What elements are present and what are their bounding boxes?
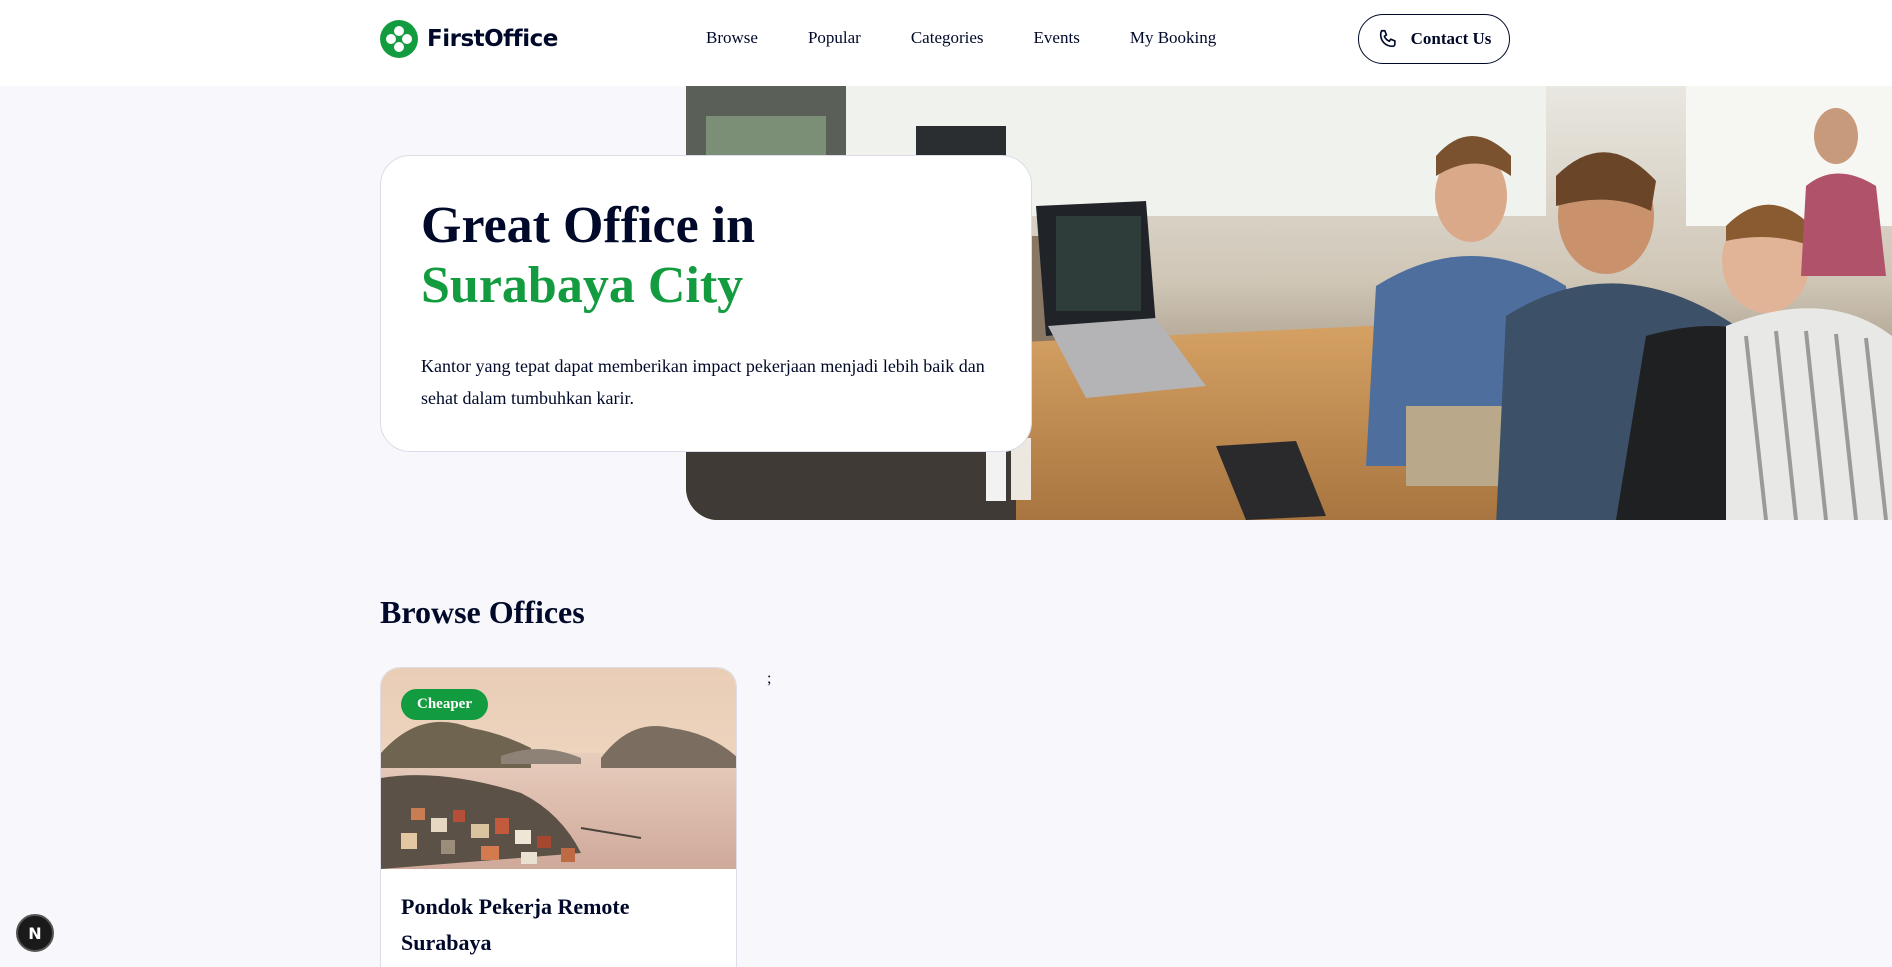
hero-title-line1: Great Office in bbox=[421, 197, 756, 254]
phone-icon bbox=[1379, 29, 1396, 48]
nav-item-popular[interactable]: Popular bbox=[808, 28, 861, 48]
hero-card: Great Office in Surabaya City Kantor yan… bbox=[380, 155, 1032, 452]
hero-description: Kantor yang tepat dapat memberikan impac… bbox=[421, 356, 985, 408]
stray-text: ; bbox=[767, 670, 772, 687]
nav-item-events[interactable]: Events bbox=[1034, 28, 1080, 48]
nav-item-categories[interactable]: Categories bbox=[911, 28, 984, 48]
contact-us-button[interactable]: Contact Us bbox=[1358, 14, 1510, 64]
navbar: FirstOffice Browse Popular Categories Ev… bbox=[0, 0, 1892, 86]
office-photo: Cheaper bbox=[381, 668, 736, 869]
brand-logo[interactable]: FirstOffice bbox=[380, 20, 558, 58]
logo-icon bbox=[380, 20, 418, 58]
dev-tools-button[interactable]: N bbox=[16, 914, 54, 952]
dev-tools-letter: N bbox=[28, 923, 42, 943]
contact-us-label: Contact Us bbox=[1410, 29, 1492, 48]
nav-item-my-booking[interactable]: My Booking bbox=[1130, 28, 1216, 48]
main-nav: Browse Popular Categories Events My Book… bbox=[706, 28, 1216, 48]
hero-title: Great Office in Surabaya City bbox=[421, 196, 991, 316]
browse-offices-title: Browse Offices bbox=[380, 594, 585, 630]
office-card[interactable]: Cheaper Pondok Pekerja Remote Surabaya bbox=[380, 667, 737, 967]
hero-title-city: Surabaya City bbox=[421, 257, 744, 314]
nav-item-browse[interactable]: Browse bbox=[706, 28, 758, 48]
office-name[interactable]: Pondok Pekerja Remote Surabaya bbox=[381, 869, 681, 967]
brand-name: FirstOffice bbox=[427, 26, 558, 52]
price-badge: Cheaper bbox=[401, 689, 488, 720]
